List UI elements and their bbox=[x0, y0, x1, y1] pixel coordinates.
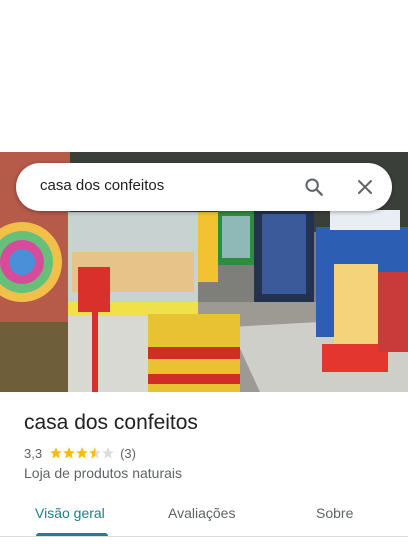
star-empty-icon bbox=[102, 447, 114, 459]
star-full-icon bbox=[50, 447, 62, 459]
star-full-icon bbox=[76, 447, 88, 459]
star-full-icon bbox=[63, 447, 75, 459]
rating-value: 3,3 bbox=[24, 445, 43, 461]
rating-row[interactable]: 3,3 (3) bbox=[24, 444, 136, 462]
blank-map-area bbox=[0, 0, 408, 152]
star-rating bbox=[49, 446, 114, 460]
search-bar[interactable]: casa dos confeitos bbox=[16, 163, 392, 211]
review-count[interactable]: (3) bbox=[120, 446, 136, 461]
tab-reviews[interactable]: Avaliações bbox=[168, 505, 235, 521]
search-icon[interactable] bbox=[302, 175, 326, 199]
star-half-icon bbox=[89, 447, 101, 459]
tabs-divider bbox=[0, 536, 408, 537]
tab-about[interactable]: Sobre bbox=[316, 505, 353, 521]
place-category: Loja de produtos naturais bbox=[24, 465, 182, 481]
close-icon[interactable] bbox=[353, 175, 377, 199]
place-tabs: Visão geral Avaliações Sobre bbox=[0, 495, 408, 536]
search-input[interactable]: casa dos confeitos bbox=[40, 177, 164, 194]
tab-overview[interactable]: Visão geral bbox=[35, 505, 105, 521]
place-title: casa dos confeitos bbox=[24, 411, 198, 434]
